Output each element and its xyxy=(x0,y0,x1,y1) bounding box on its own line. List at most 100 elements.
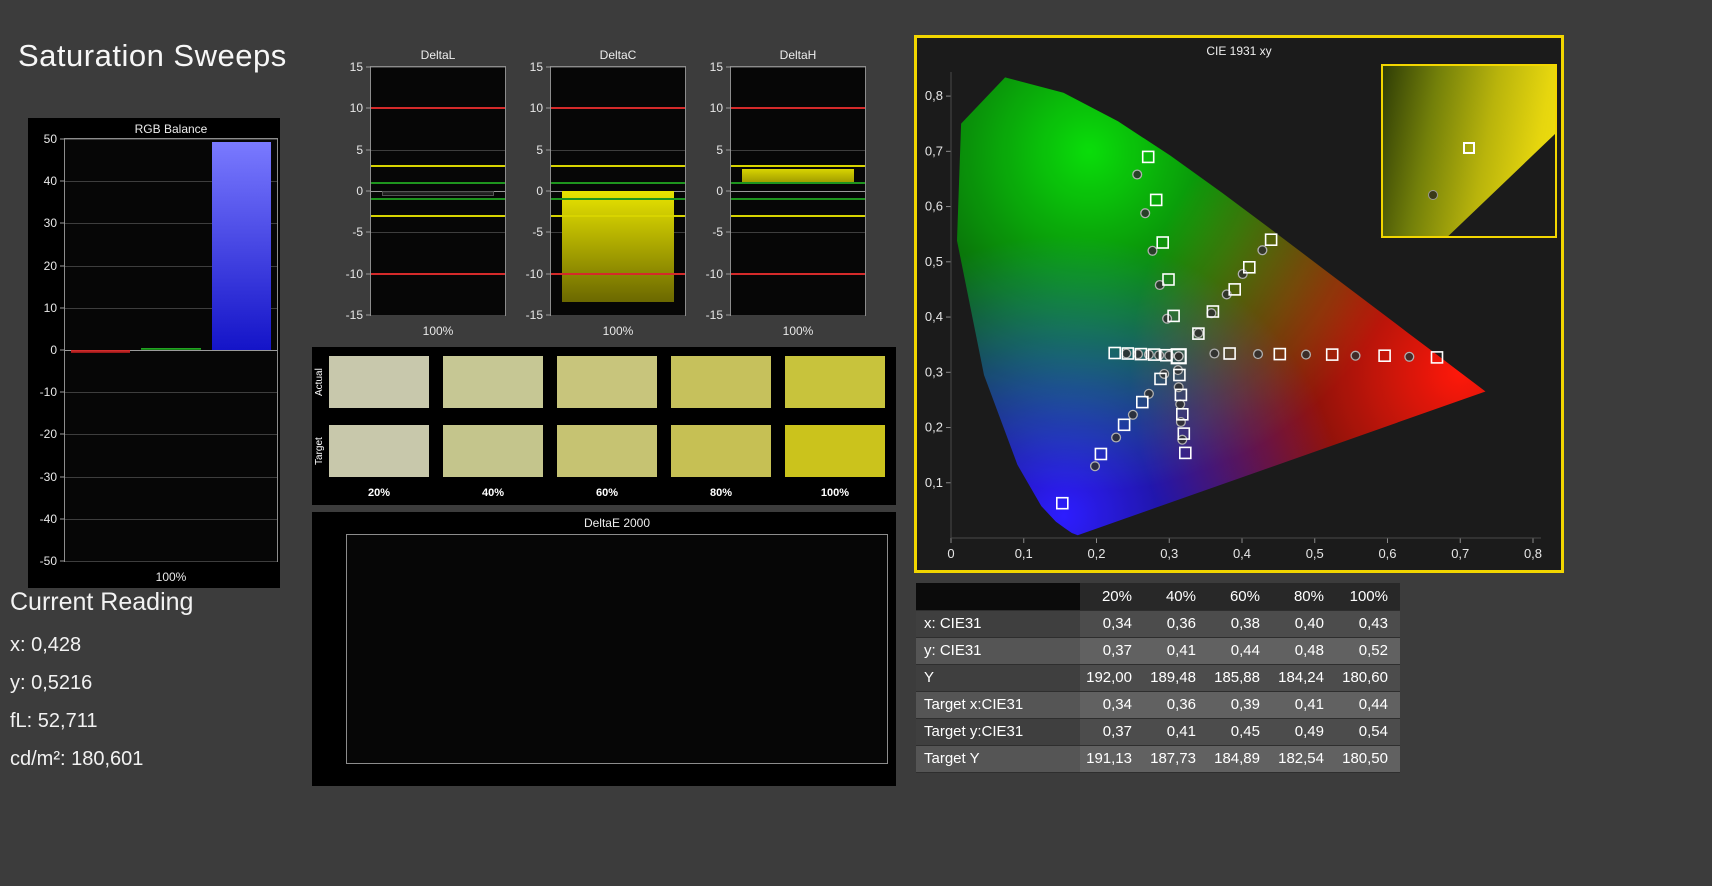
table-header-cell: 40% xyxy=(1144,583,1208,611)
y-tick-label: 30 xyxy=(43,216,57,231)
x-axis-label: 100% xyxy=(782,324,814,338)
reading-fl: fL: 52,711 xyxy=(10,710,98,732)
gridline xyxy=(371,232,505,234)
rgb-balance-chart[interactable]: RGB Balance 50 40 30 20 10 0 -10 -20 -30 -40 -50 1… xyxy=(28,118,280,588)
table-cell: 0,52 xyxy=(1336,637,1400,665)
reference-line xyxy=(551,272,685,275)
delta-h-chart[interactable]: DeltaH 15 10 5 0 -5 -10 -15 100% xyxy=(700,44,872,340)
y-tick-mark xyxy=(60,138,65,140)
chart-title: DeltaL xyxy=(420,48,456,62)
y-tick-label: 5 xyxy=(716,142,723,157)
delta-c-chart[interactable]: DeltaC 15 10 5 0 -5 -10 -15 100% xyxy=(520,44,692,340)
target-swatch xyxy=(443,425,543,477)
table-cell: 0,49 xyxy=(1272,718,1336,746)
table-cell: 189,48 xyxy=(1144,664,1208,692)
gridline xyxy=(371,315,505,316)
table-row: Y 192,00 189,48 185,88 184,24 180,60 xyxy=(916,664,1400,692)
y-tick-label: 5 xyxy=(356,142,363,157)
table-cell: 191,13 xyxy=(1080,745,1144,773)
y-tick-mark xyxy=(366,231,371,233)
y-tick-mark xyxy=(366,314,371,316)
gridline xyxy=(731,232,865,234)
measurement-dot xyxy=(1111,432,1122,443)
reference-line xyxy=(371,181,505,184)
gridline xyxy=(731,67,865,68)
swatch-row-label: Target xyxy=(314,437,325,465)
y-tick-mark xyxy=(546,149,551,151)
table-cell: 0,45 xyxy=(1208,718,1272,746)
y-tick-label: 10 xyxy=(529,101,543,116)
table-cell: 0,41 xyxy=(1144,718,1208,746)
actual-swatch xyxy=(443,356,543,408)
chart-title: CIE 1931 xy xyxy=(1206,44,1272,58)
measurement-dot xyxy=(1193,328,1204,339)
y-tick-label: -10 xyxy=(705,266,723,281)
y-tick-label: 0,3 xyxy=(925,364,943,379)
y-tick-label: -15 xyxy=(525,308,543,322)
measurement-dot xyxy=(1175,416,1186,428)
y-tick-mark xyxy=(726,66,731,68)
y-tick-mark xyxy=(546,190,551,192)
reference-line xyxy=(731,198,865,201)
measurement-dot xyxy=(1132,169,1143,180)
reference-line xyxy=(371,165,505,168)
cie-1931-chart[interactable]: CIE 1931 xy 0 0,1 0,2 0,3 0,4 0,5 0,6 0,7 0,8 0,1… xyxy=(914,35,1564,573)
y-tick-label: 40 xyxy=(43,174,57,189)
reference-line xyxy=(371,214,505,217)
delta-l-bar xyxy=(381,191,495,196)
white-point-dot xyxy=(1173,351,1184,362)
y-tick-mark xyxy=(366,190,371,192)
y-tick-label: -5 xyxy=(532,225,543,240)
table-header-cell xyxy=(916,583,1080,611)
measurement-table: 20% 40% 60% 80% 100% x: CIE31 0,34 0,36 0,38 0,40… xyxy=(916,583,1400,773)
target-swatch xyxy=(557,425,657,477)
measurement-dot xyxy=(1127,409,1138,420)
y-tick-label: -40 xyxy=(39,511,57,526)
gridline xyxy=(65,561,277,562)
y-tick-label: 10 xyxy=(349,101,363,116)
measurement-dot xyxy=(1404,351,1415,362)
y-tick-label: 0 xyxy=(536,184,543,198)
y-tick-label: 10 xyxy=(43,300,57,315)
table-cell: 0,44 xyxy=(1208,637,1272,665)
rgb-balance-plot: 50 40 30 20 10 0 -10 -20 -30 -40 -50 xyxy=(40,132,278,568)
table-cell: 0,54 xyxy=(1336,718,1400,746)
measurement-dot xyxy=(1237,268,1248,280)
y-tick-mark xyxy=(60,349,65,351)
gridline xyxy=(65,518,277,520)
table-header-cell: 80% xyxy=(1272,583,1336,611)
reference-line xyxy=(551,198,685,201)
delta-e-2000-chart[interactable]: DeltaE 2000 xyxy=(312,512,896,786)
x-tick-label: 0,7 xyxy=(1451,546,1469,561)
gridline xyxy=(551,315,685,316)
table-row-label: Target y:CIE31 xyxy=(916,718,1080,746)
target-swatch xyxy=(329,425,429,477)
actual-target-swatch-panel[interactable]: Actual Target 20% 40% 60% 80% 100% xyxy=(312,347,896,505)
table-cell: 184,89 xyxy=(1208,745,1272,773)
y-tick-mark xyxy=(60,476,65,478)
x-axis-label: 100% xyxy=(602,324,634,338)
delta-h-plot: 15 10 5 0 -5 -10 -15 xyxy=(706,60,866,322)
delta-l-chart[interactable]: DeltaL 15 10 5 0 -5 -10 -15 100% xyxy=(340,44,512,340)
y-tick-mark xyxy=(546,314,551,316)
measurement-dot xyxy=(1089,461,1101,472)
swatch-column-label: 20% xyxy=(367,487,391,499)
green-bar xyxy=(141,348,201,350)
table-row: Target x:CIE31 0,34 0,36 0,39 0,41 0,44 xyxy=(916,691,1400,719)
table-header-cell: 60% xyxy=(1208,583,1272,611)
y-tick-mark xyxy=(60,391,65,393)
y-tick-label: 5 xyxy=(536,142,543,157)
target-swatch-row xyxy=(329,425,885,477)
y-tick-label: 0,2 xyxy=(925,420,943,435)
target-swatch xyxy=(671,425,771,477)
table-cell: 0,44 xyxy=(1336,691,1400,719)
gridline xyxy=(731,315,865,316)
y-tick-label: -50 xyxy=(39,554,57,568)
measurement-dot xyxy=(1140,208,1151,219)
current-reading-block: Current Reading x: 0,428 y: 0,5216 fL: 5… xyxy=(10,588,193,778)
table-row: y: CIE31 0,37 0,41 0,44 0,48 0,52 xyxy=(916,637,1400,665)
gridline xyxy=(731,191,865,192)
x-tick-label: 0 xyxy=(947,546,954,561)
y-tick-label: -10 xyxy=(525,266,543,281)
gridline xyxy=(371,149,505,151)
